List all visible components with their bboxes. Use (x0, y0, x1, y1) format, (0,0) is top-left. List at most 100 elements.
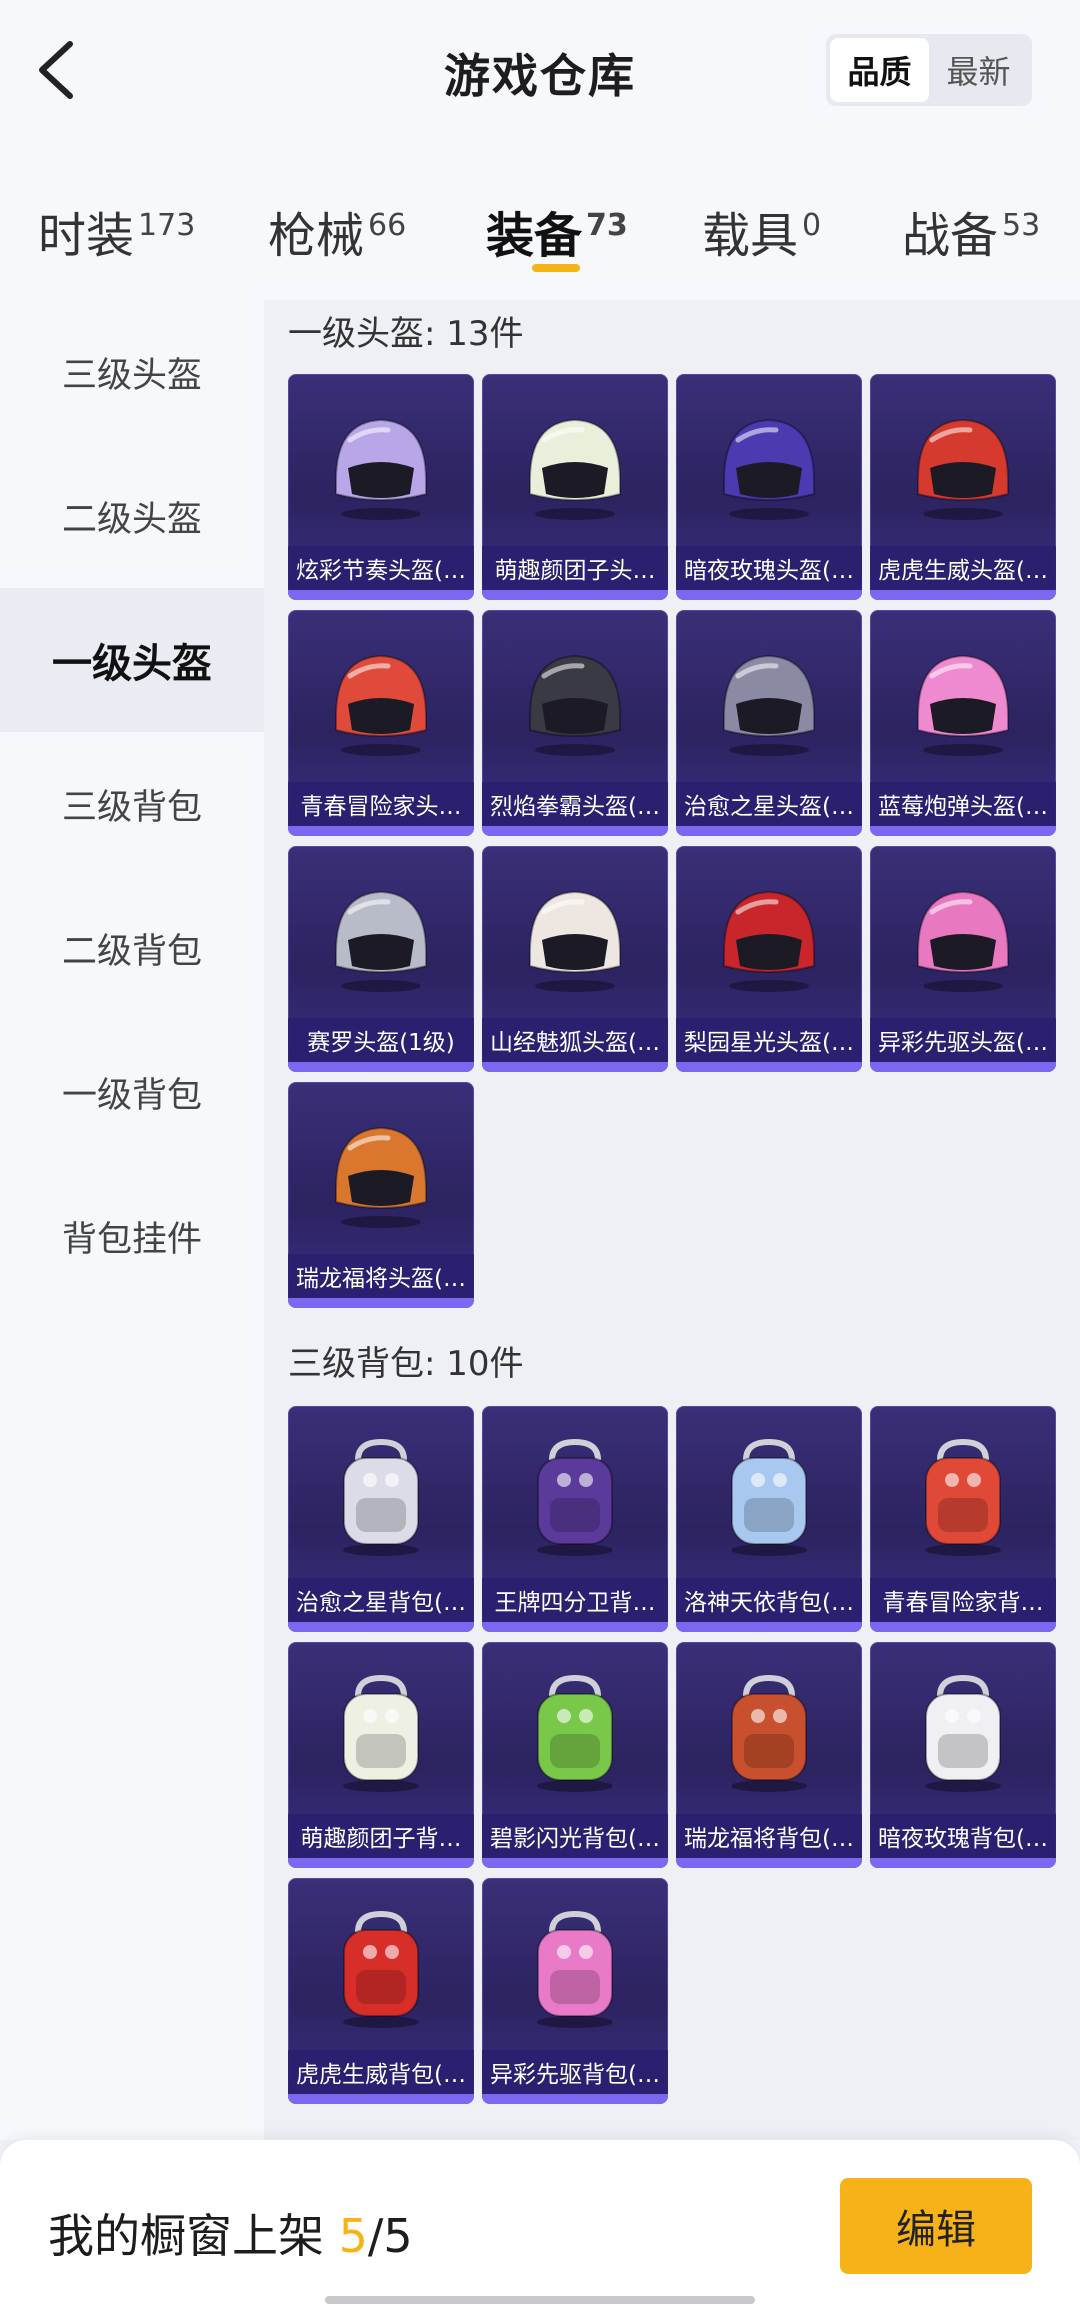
item-card[interactable]: 青春冒险家背… (870, 1406, 1056, 1632)
active-tab-indicator (532, 264, 580, 272)
item-name: 青春冒险家背… (870, 1578, 1056, 1622)
item-card[interactable]: 异彩先驱头盔(… (870, 846, 1056, 1072)
helmet-icon (900, 874, 1026, 1000)
rarity-strip (288, 1858, 474, 1868)
item-name: 赛罗头盔(1级) (288, 1018, 474, 1062)
item-card[interactable]: 瑞龙福将背包(… (676, 1642, 862, 1868)
sidebar-item-helmet-lv1[interactable]: 一级头盔 (0, 588, 264, 732)
edit-button[interactable]: 编辑 (840, 2178, 1032, 2274)
item-card[interactable]: 治愈之星背包(… (288, 1406, 474, 1632)
rarity-strip (482, 590, 668, 600)
item-card[interactable]: 萌趣颜团子头… (482, 374, 668, 600)
item-name: 萌趣颜团子头… (482, 546, 668, 590)
item-name: 碧影闪光背包(… (482, 1814, 668, 1858)
backpack-icon (318, 1434, 444, 1560)
item-name: 异彩先驱头盔(… (870, 1018, 1056, 1062)
item-card[interactable]: 虎虎生威背包(… (288, 1878, 474, 2104)
rarity-strip (482, 1622, 668, 1632)
item-name: 虎虎生威头盔(… (870, 546, 1056, 590)
rarity-strip (870, 1858, 1056, 1868)
rarity-strip (870, 1062, 1056, 1072)
rarity-strip (288, 1062, 474, 1072)
sidebar: 三级头盔 二级头盔 一级头盔 三级背包 二级背包 一级背包 背包挂件 (0, 300, 264, 2140)
item-card[interactable]: 赛罗头盔(1级) (288, 846, 474, 1072)
tab-supplies[interactable]: 战备 53 (902, 196, 1040, 266)
tab-fashion[interactable]: 时装 173 (38, 196, 195, 266)
item-name: 烈焰拳霸头盔(… (482, 782, 668, 826)
backpack-icon (318, 1906, 444, 2032)
backpack-icon (512, 1906, 638, 2032)
helmet-icon (318, 1110, 444, 1236)
rarity-strip (676, 826, 862, 836)
backpack-icon (706, 1670, 832, 1796)
item-card[interactable]: 瑞龙福将头盔(… (288, 1082, 474, 1308)
backpack-icon (512, 1434, 638, 1560)
item-grid-area[interactable]: 一级头盔: 13件 三级背包: 10件 炫彩节奏头盔(… 萌趣颜团子头… 暗夜玫瑰头… (264, 300, 1080, 2140)
item-card[interactable]: 暗夜玫瑰背包(… (870, 1642, 1056, 1868)
item-name: 暗夜玫瑰头盔(… (676, 546, 862, 590)
rarity-strip (288, 2094, 474, 2104)
sidebar-item-backpack-lv1[interactable]: 一级背包 (0, 1020, 264, 1164)
sort-toggle: 品质 最新 (826, 34, 1032, 106)
backpack-icon (900, 1434, 1026, 1560)
item-card[interactable]: 梨园星光头盔(… (676, 846, 862, 1072)
item-card[interactable]: 暗夜玫瑰头盔(… (676, 374, 862, 600)
sort-option-newest[interactable]: 最新 (929, 38, 1028, 102)
tab-guns[interactable]: 枪械 66 (268, 196, 406, 266)
backpack-icon (318, 1670, 444, 1796)
sidebar-item-backpack-charm[interactable]: 背包挂件 (0, 1164, 264, 1308)
item-name: 瑞龙福将背包(… (676, 1814, 862, 1858)
item-card[interactable]: 蓝莓炮弹头盔(… (870, 610, 1056, 836)
item-card[interactable]: 烈焰拳霸头盔(… (482, 610, 668, 836)
item-name: 萌趣颜团子背… (288, 1814, 474, 1858)
sidebar-item-backpack-lv2[interactable]: 二级背包 (0, 876, 264, 1020)
rarity-strip (676, 1858, 862, 1868)
helmet-icon (318, 874, 444, 1000)
tab-vehicles[interactable]: 载具 0 (702, 196, 821, 266)
item-card[interactable]: 山经魅狐头盔(… (482, 846, 668, 1072)
item-card[interactable]: 王牌四分卫背… (482, 1406, 668, 1632)
helmet-icon (706, 638, 832, 764)
helmet-icon (512, 402, 638, 528)
backpack-icon (900, 1670, 1026, 1796)
sidebar-item-backpack-lv3[interactable]: 三级背包 (0, 732, 264, 876)
rarity-strip (870, 826, 1056, 836)
section-title-helmet-lv1: 一级头盔: 13件 (288, 314, 524, 354)
rarity-strip (482, 2094, 668, 2104)
item-name: 炫彩节奏头盔(… (288, 546, 474, 590)
rarity-strip (676, 590, 862, 600)
item-name: 山经魅狐头盔(… (482, 1018, 668, 1062)
helmet-icon (318, 638, 444, 764)
rarity-strip (288, 590, 474, 600)
helmet-icon (900, 638, 1026, 764)
rarity-strip (676, 1622, 862, 1632)
item-name: 虎虎生威背包(… (288, 2050, 474, 2094)
tab-equipment[interactable]: 装备 73 (486, 196, 628, 266)
section-title-backpack-lv3: 三级背包: 10件 (288, 1344, 524, 1384)
item-card[interactable]: 治愈之星头盔(… (676, 610, 862, 836)
rarity-strip (676, 1062, 862, 1072)
helmet-icon (512, 874, 638, 1000)
item-card[interactable]: 虎虎生威头盔(… (870, 374, 1056, 600)
item-card[interactable]: 炫彩节奏头盔(… (288, 374, 474, 600)
header: 游戏仓库 品质 最新 (0, 0, 1080, 150)
item-name: 暗夜玫瑰背包(… (870, 1814, 1056, 1858)
item-name: 瑞龙福将头盔(… (288, 1254, 474, 1298)
item-card[interactable]: 异彩先驱背包(… (482, 1878, 668, 2104)
showcase-total-count: /5 (367, 2209, 413, 2263)
showcase-current-count: 5 (338, 2209, 368, 2263)
helmet-icon (706, 402, 832, 528)
rarity-strip (288, 1298, 474, 1308)
item-card[interactable]: 萌趣颜团子背… (288, 1642, 474, 1868)
item-card[interactable]: 碧影闪光背包(… (482, 1642, 668, 1868)
item-name: 治愈之星背包(… (288, 1578, 474, 1622)
item-name: 洛神天依背包(… (676, 1578, 862, 1622)
sort-option-quality[interactable]: 品质 (830, 38, 929, 102)
sidebar-item-helmet-lv2[interactable]: 二级头盔 (0, 444, 264, 588)
rarity-strip (288, 826, 474, 836)
item-card[interactable]: 青春冒险家头… (288, 610, 474, 836)
rarity-strip (288, 1622, 474, 1632)
item-card[interactable]: 洛神天依背包(… (676, 1406, 862, 1632)
backpack-icon (512, 1670, 638, 1796)
sidebar-item-helmet-lv3[interactable]: 三级头盔 (0, 300, 264, 444)
